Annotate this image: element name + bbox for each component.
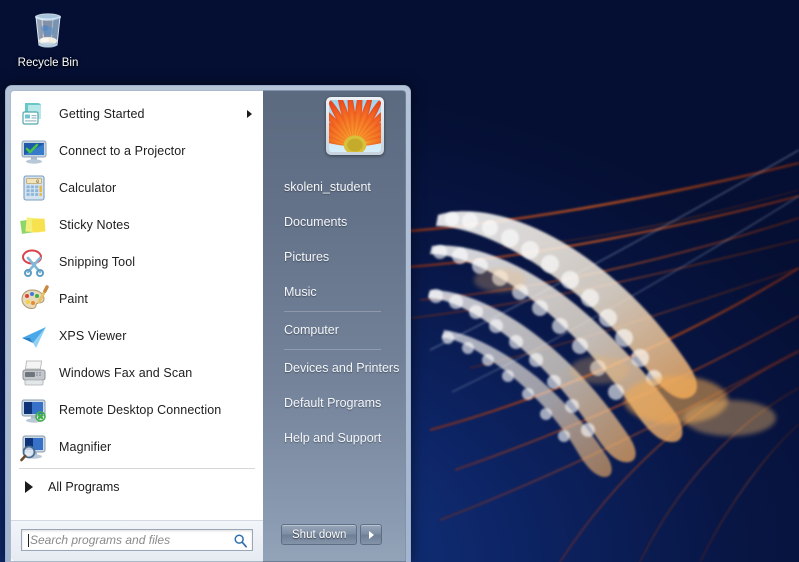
calculator-icon: 0 bbox=[23, 174, 45, 201]
program-item-label: Remote Desktop Connection bbox=[59, 402, 222, 417]
magnifier-icon bbox=[20, 435, 46, 461]
xps-viewer-icon bbox=[22, 326, 46, 348]
submenu-arrow-icon bbox=[247, 109, 252, 118]
remote-desktop-icon bbox=[21, 399, 46, 423]
search-area bbox=[11, 520, 263, 561]
paint-icon bbox=[21, 284, 49, 309]
program-item-xps-viewer[interactable]: XPS Viewer bbox=[11, 317, 263, 354]
right-pane-item-music[interactable]: Music bbox=[284, 275, 405, 310]
program-item-getting-started[interactable]: Getting Started bbox=[11, 95, 263, 132]
all-programs-label: All Programs bbox=[48, 479, 120, 494]
user-avatar-frame[interactable] bbox=[326, 97, 384, 155]
sticky-notes-icon bbox=[20, 216, 46, 234]
desktop-icon-recycle-bin[interactable]: Recycle Bin bbox=[8, 6, 88, 70]
right-pane-item-documents[interactable]: Documents bbox=[284, 205, 405, 240]
all-programs-button[interactable]: All Programs bbox=[11, 471, 263, 502]
text-caret bbox=[28, 533, 29, 547]
right-pane-item-pictures[interactable]: Pictures bbox=[284, 240, 405, 275]
program-item-label: Windows Fax and Scan bbox=[59, 365, 193, 380]
program-item-snipping-tool[interactable]: Snipping Tool bbox=[11, 243, 263, 280]
program-item-paint[interactable]: Paint bbox=[11, 280, 263, 317]
right-pane-item-devices-and-printers[interactable]: Devices and Printers bbox=[284, 351, 405, 386]
program-item-label: Paint bbox=[59, 291, 88, 306]
program-item-label: Snipping Tool bbox=[59, 254, 136, 269]
recycle-bin-icon bbox=[35, 13, 61, 48]
avatar bbox=[329, 100, 381, 152]
projector-icon bbox=[21, 140, 47, 164]
svg-text:0: 0 bbox=[36, 178, 39, 184]
user-name[interactable]: skoleni_student bbox=[284, 170, 405, 205]
right-pane-item-default-programs[interactable]: Default Programs bbox=[284, 386, 405, 421]
program-item-sticky-notes[interactable]: Sticky Notes bbox=[11, 206, 263, 243]
snipping-tool-icon bbox=[22, 249, 44, 277]
shutdown-area: Shut down bbox=[263, 524, 405, 561]
search-box[interactable] bbox=[21, 529, 253, 551]
fax-scan-icon bbox=[22, 360, 46, 385]
program-item-label: Sticky Notes bbox=[59, 217, 130, 232]
desktop-icon-label: Recycle Bin bbox=[17, 57, 79, 69]
program-item-calculator[interactable]: 0 Calculator bbox=[11, 169, 263, 206]
right-pane-item-computer[interactable]: Computer bbox=[284, 313, 405, 348]
start-menu-left-pane: Getting Started Connect to a Projector 0… bbox=[10, 90, 263, 562]
program-item-label: Calculator bbox=[59, 180, 117, 195]
search-input[interactable] bbox=[30, 533, 233, 547]
right-arrow-icon bbox=[25, 480, 33, 493]
program-item-windows-fax-and-scan[interactable]: Windows Fax and Scan bbox=[11, 354, 263, 391]
right-pane-links: skoleni_student Documents Pictures Music… bbox=[263, 170, 405, 456]
program-item-label: Connect to a Projector bbox=[59, 143, 186, 158]
shutdown-label: Shut down bbox=[292, 528, 347, 541]
right-pane-item-help-and-support[interactable]: Help and Support bbox=[284, 421, 405, 456]
getting-started-icon bbox=[22, 102, 41, 125]
program-item-magnifier[interactable]: Magnifier bbox=[11, 428, 263, 465]
program-item-connect-to-a-projector[interactable]: Connect to a Projector bbox=[11, 132, 263, 169]
right-pane-separator bbox=[284, 349, 381, 350]
chevron-right-icon bbox=[368, 530, 374, 539]
shutdown-options-button[interactable] bbox=[360, 524, 383, 545]
program-item-remote-desktop-connection[interactable]: Remote Desktop Connection bbox=[11, 391, 263, 428]
search-icon[interactable] bbox=[233, 533, 248, 548]
program-item-label: Magnifier bbox=[59, 439, 112, 454]
program-list: Getting Started Connect to a Projector 0… bbox=[11, 91, 263, 465]
start-menu[interactable]: Getting Started Connect to a Projector 0… bbox=[5, 85, 411, 562]
start-menu-right-pane: skoleni_student Documents Pictures Music… bbox=[263, 90, 406, 562]
right-pane-separator bbox=[284, 311, 381, 312]
program-item-label: Getting Started bbox=[59, 106, 145, 121]
shutdown-button[interactable]: Shut down bbox=[281, 524, 358, 545]
program-list-separator bbox=[19, 468, 255, 469]
program-item-label: XPS Viewer bbox=[59, 328, 127, 343]
